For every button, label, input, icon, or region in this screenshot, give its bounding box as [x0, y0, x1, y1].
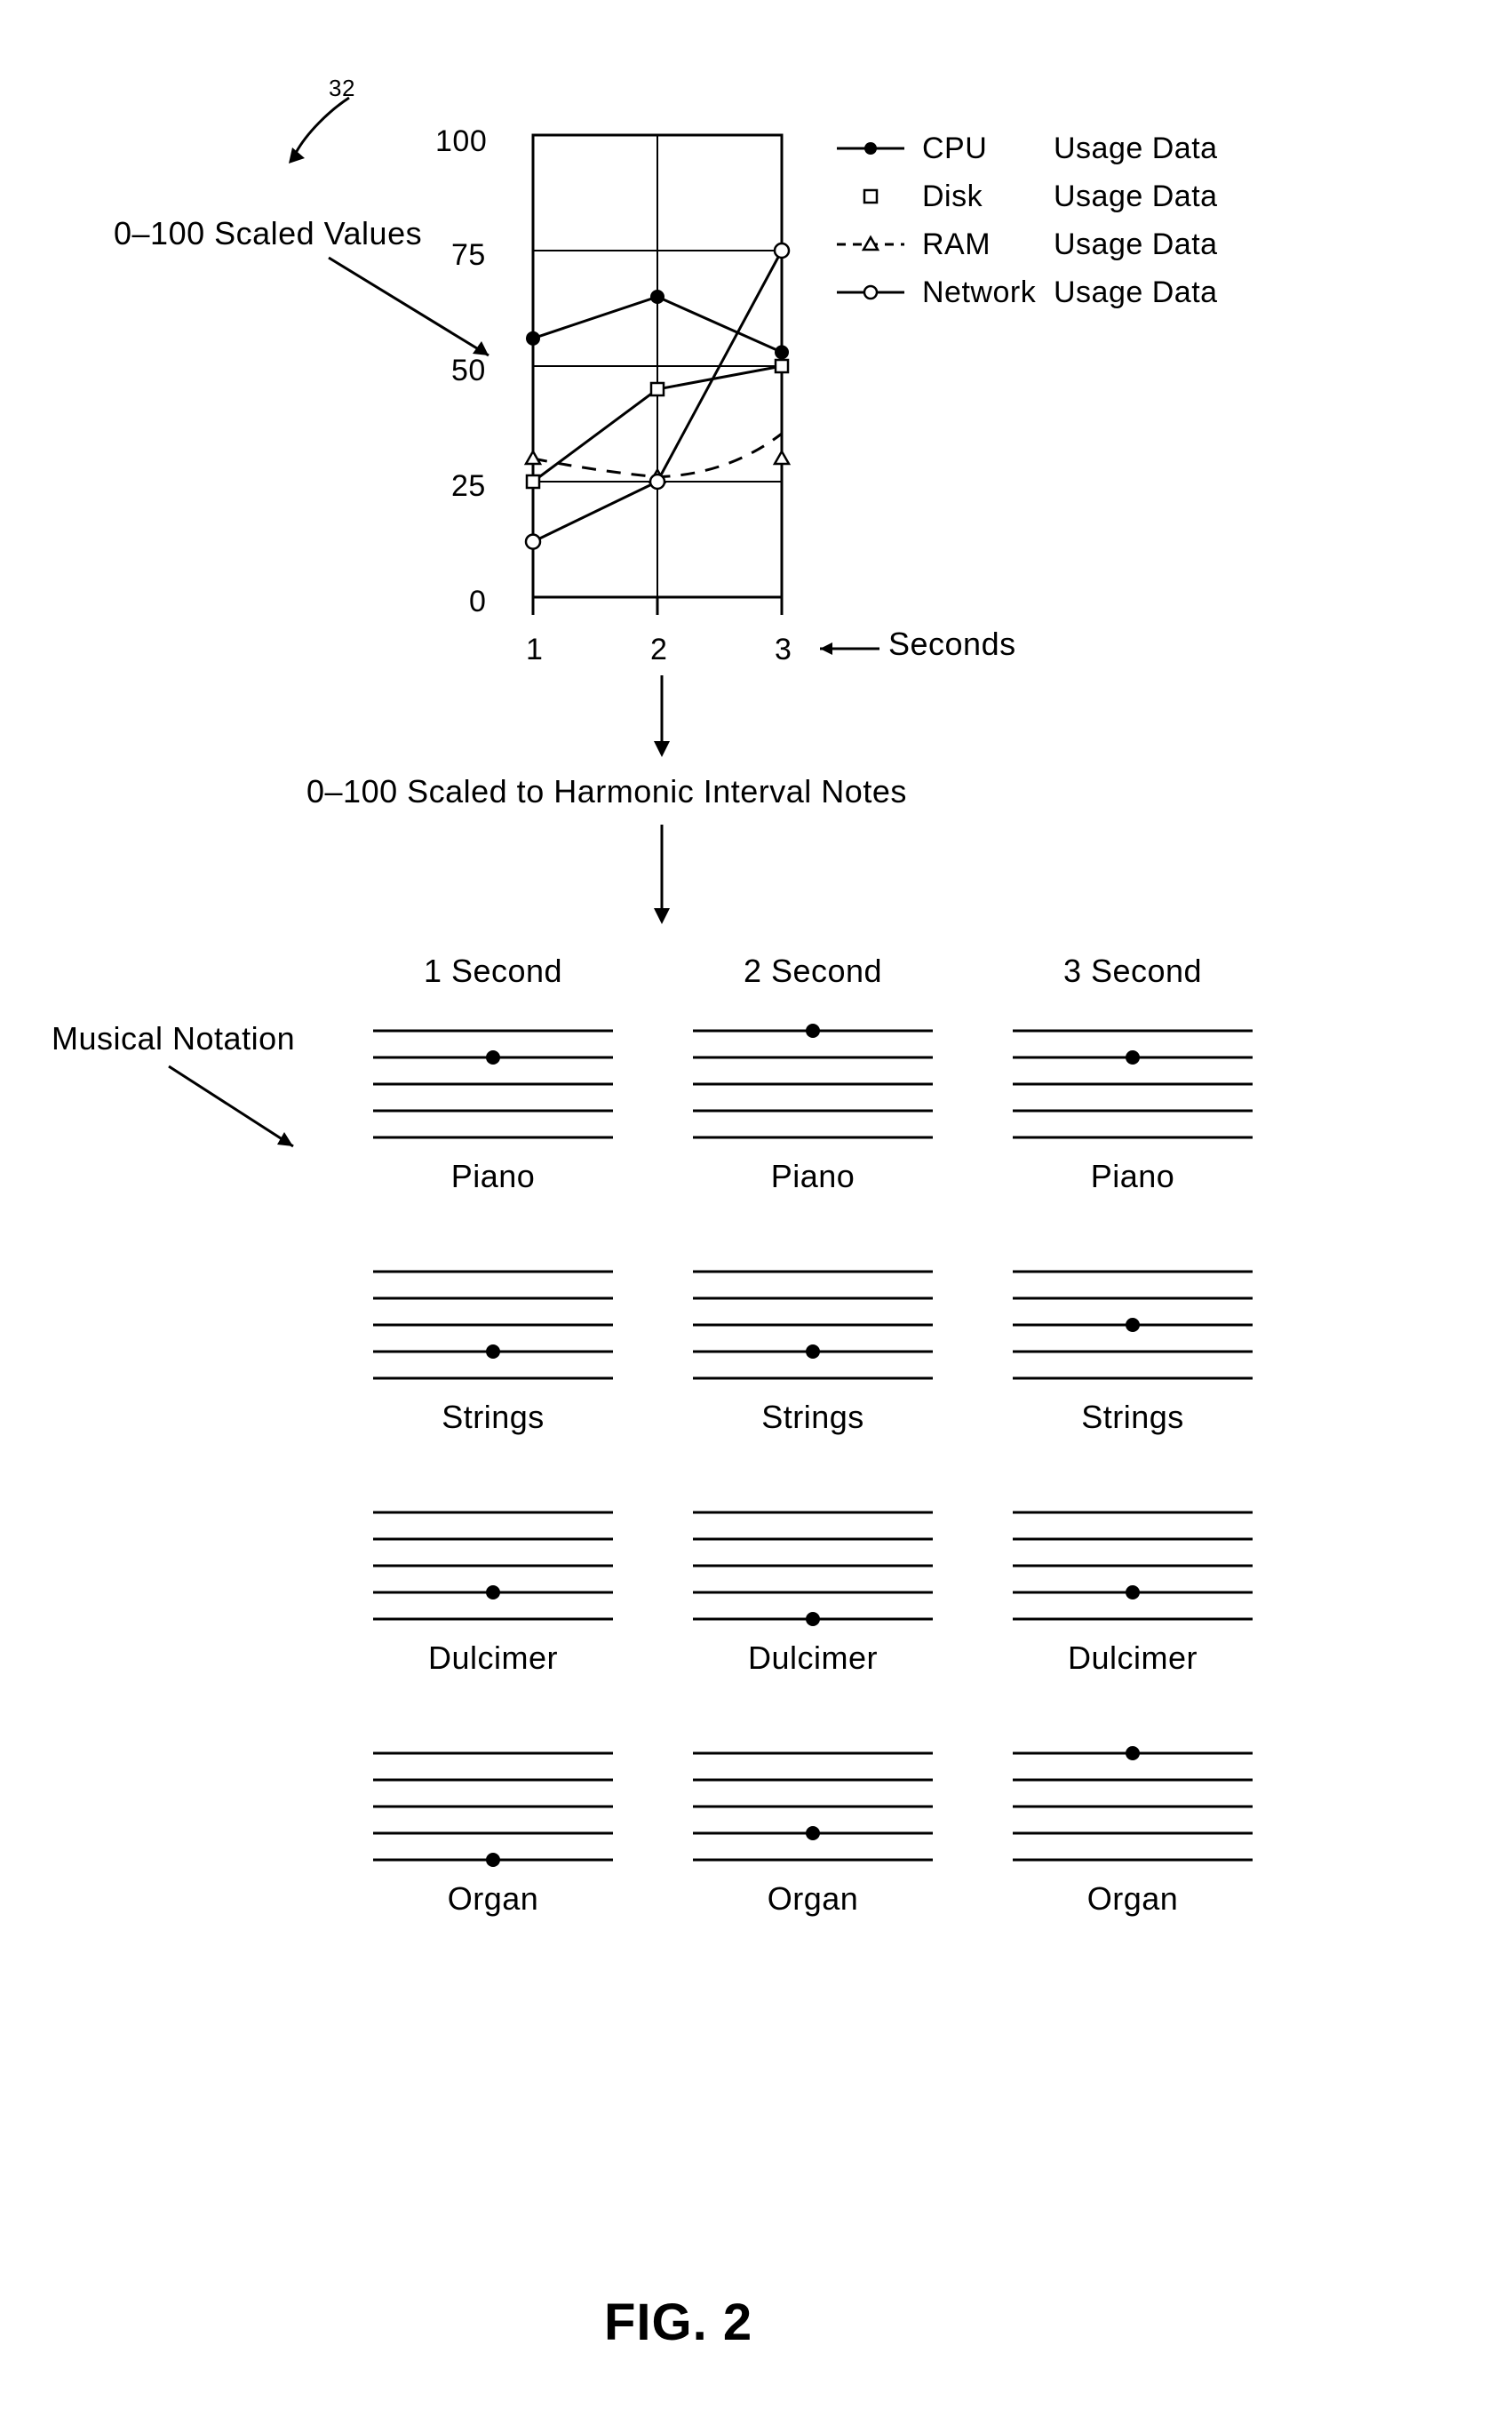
note-dot [806, 1826, 820, 1840]
instrument-label: Piano [1013, 1158, 1253, 1195]
staff [1013, 1263, 1253, 1387]
staff-cell: Organ [693, 1744, 933, 1918]
instrument-label: Strings [693, 1399, 933, 1436]
arrow-down-1 [649, 675, 675, 764]
note-dot [806, 1344, 820, 1359]
figure-caption: FIG. 2 [604, 2293, 752, 2352]
instrument-label: Piano [693, 1158, 933, 1195]
label-scaled-to-harmonic: 0–100 Scaled to Harmonic Interval Notes [306, 773, 907, 810]
legend-name-network: Network [922, 275, 1054, 310]
notation-grid: 1 Second 2 Second 3 Second PianoPianoPia… [338, 953, 1253, 1918]
note-dot [806, 1024, 820, 1038]
note-dot [486, 1344, 500, 1359]
note-dot [806, 1612, 820, 1626]
notation-row-organ: Organ Organ Organ [373, 1744, 1253, 1918]
staff [1013, 1744, 1253, 1869]
staff-cell: Organ [373, 1744, 613, 1918]
legend-suffix-disk: Usage Data [1054, 179, 1218, 214]
staff [693, 1022, 933, 1146]
arrow-musical-notation [160, 1057, 320, 1173]
staff [693, 1744, 933, 1869]
figure-page: 3 2 0–100 Scaled Values [0, 0, 1512, 2433]
xtick-1: 1 [526, 633, 543, 667]
legend-marker-cpu [835, 138, 906, 159]
staff-cell: Piano [1013, 1022, 1253, 1195]
ytick-25: 25 [451, 469, 486, 504]
notation-row-piano: Piano Piano Piano [373, 1022, 1253, 1195]
staff-cell: Dulcimer [693, 1504, 933, 1677]
staff-cell: Piano [693, 1022, 933, 1195]
legend-name-disk: Disk [922, 179, 1054, 214]
staff-cell: Piano [373, 1022, 613, 1195]
staff-cell: Strings [693, 1263, 933, 1436]
arrow-seconds-label [804, 638, 884, 665]
legend-marker-disk [835, 186, 906, 207]
note-dot [1126, 1050, 1140, 1065]
xtick-2: 2 [650, 633, 667, 667]
staff-cell: Dulcimer [373, 1504, 613, 1677]
staff-cell: Strings [373, 1263, 613, 1436]
col-header-3: 3 Second [1013, 953, 1253, 990]
col-header-2: 2 Second [693, 953, 933, 990]
arrow-scaled-values [320, 249, 515, 382]
instrument-label: Organ [1013, 1880, 1253, 1918]
label-musical-notation: Musical Notation [52, 1020, 295, 1057]
staff-cell: Organ [1013, 1744, 1253, 1918]
col-header-1: 1 Second [373, 953, 613, 990]
staff [1013, 1022, 1253, 1146]
legend-suffix-network: Usage Data [1054, 275, 1218, 310]
label-seconds: Seconds [888, 626, 1016, 663]
legend-name-cpu: CPU [922, 132, 1054, 166]
legend-marker-network [835, 282, 906, 303]
note-dot [1126, 1746, 1140, 1760]
staff [373, 1504, 613, 1628]
ytick-50: 50 [451, 354, 486, 388]
staff-cell: Strings [1013, 1263, 1253, 1436]
xtick-3: 3 [775, 633, 792, 667]
note-dot [486, 1853, 500, 1867]
ytick-0: 0 [469, 585, 486, 619]
notation-row-dulcimer: Dulcimer Dulcimer Dulcimer [373, 1504, 1253, 1677]
staff [693, 1263, 933, 1387]
staff [373, 1022, 613, 1146]
legend-suffix-cpu: Usage Data [1054, 132, 1218, 166]
instrument-label: Dulcimer [693, 1639, 933, 1677]
instrument-label: Dulcimer [1013, 1639, 1253, 1677]
instrument-label: Dulcimer [373, 1639, 613, 1677]
note-dot [1126, 1585, 1140, 1599]
note-dot [1126, 1318, 1140, 1332]
legend-suffix-ram: Usage Data [1054, 227, 1218, 262]
instrument-label: Piano [373, 1158, 613, 1195]
notation-row-strings: Strings Strings Strings [373, 1263, 1253, 1436]
instrument-label: Strings [373, 1399, 613, 1436]
ytick-75: 75 [451, 238, 486, 273]
staff [373, 1263, 613, 1387]
note-dot [486, 1585, 500, 1599]
legend: CPU Usage Data Disk Usage Data RAM Usage… [835, 124, 1218, 316]
note-dot [486, 1050, 500, 1065]
staff [1013, 1504, 1253, 1628]
staff [693, 1504, 933, 1628]
arrow-down-2 [649, 825, 675, 931]
ytick-100: 100 [435, 124, 487, 159]
staff [373, 1744, 613, 1869]
instrument-label: Organ [373, 1880, 613, 1918]
staff-cell: Dulcimer [1013, 1504, 1253, 1677]
instrument-label: Organ [693, 1880, 933, 1918]
label-scaled-values: 0–100 Scaled Values [114, 215, 422, 252]
ref-numeral-leader [280, 98, 386, 169]
legend-marker-ram [835, 234, 906, 255]
instrument-label: Strings [1013, 1399, 1253, 1436]
legend-name-ram: RAM [922, 227, 1054, 262]
